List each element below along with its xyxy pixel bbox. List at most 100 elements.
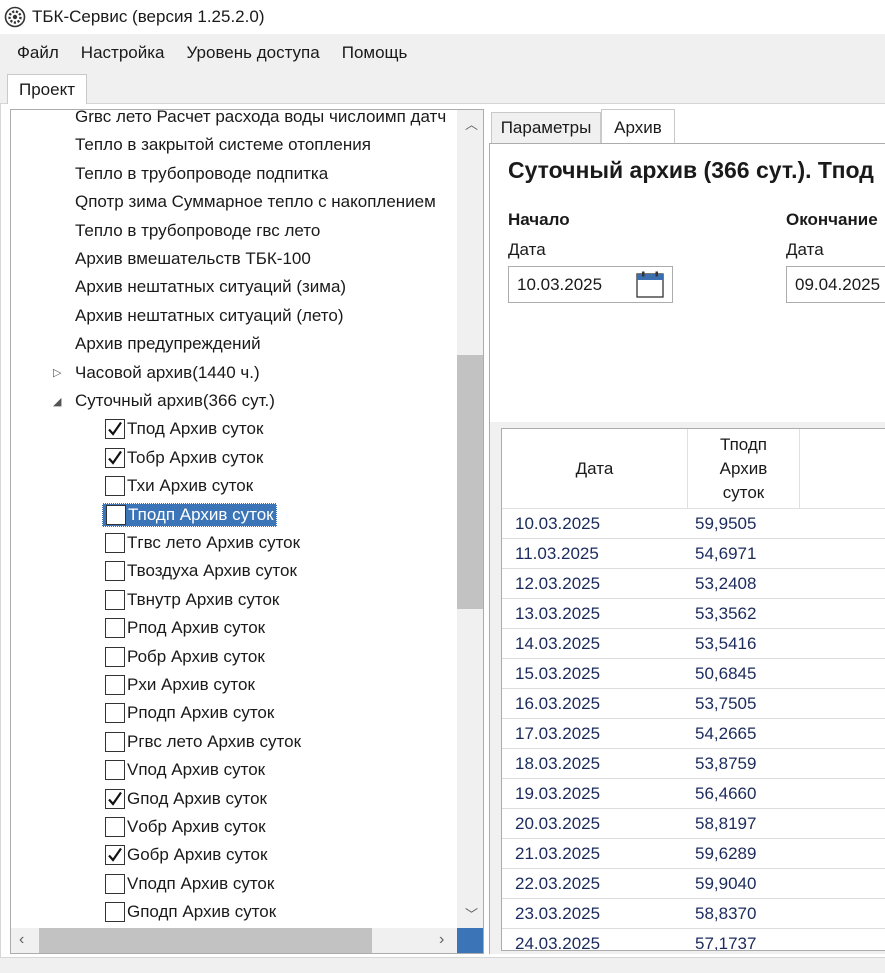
value-cell[interactable]: 58,8197 bbox=[695, 809, 756, 839]
tree-item-content[interactable]: Тхи Архив суток bbox=[105, 476, 253, 497]
checkbox[interactable] bbox=[105, 817, 125, 837]
date-cell[interactable]: 23.03.2025 bbox=[515, 899, 600, 929]
date-cell[interactable]: 18.03.2025 bbox=[515, 749, 600, 779]
value-cell[interactable]: 53,2408 bbox=[695, 569, 756, 599]
menu-settings[interactable]: Настройка bbox=[70, 43, 176, 63]
checkbox[interactable] bbox=[105, 618, 125, 639]
tree-item[interactable]: Архив нештатных ситуаций (лето) bbox=[11, 302, 457, 330]
tree-item-content[interactable]: Рподп Архив суток bbox=[105, 703, 274, 724]
tree-vertical-scroll-thumb[interactable] bbox=[457, 355, 483, 609]
table-row[interactable]: 23.03.2025 58,8370 bbox=[502, 899, 885, 929]
date-cell[interactable]: 16.03.2025 bbox=[515, 689, 600, 719]
table-row[interactable]: 20.03.2025 58,8197 bbox=[502, 809, 885, 839]
checkbox[interactable] bbox=[105, 476, 125, 497]
checkbox[interactable] bbox=[105, 675, 125, 695]
tree-item[interactable]: Тхи Архив суток bbox=[11, 472, 457, 500]
table-row[interactable]: 17.03.2025 54,2665 bbox=[502, 719, 885, 749]
tree-item-content[interactable]: Рхи Архив суток bbox=[105, 675, 255, 695]
scroll-down-icon[interactable]: ﹀ bbox=[465, 904, 478, 923]
value-cell[interactable]: 59,9505 bbox=[695, 509, 756, 539]
tree-item-content[interactable]: Vподп Архив суток bbox=[105, 873, 274, 894]
checkbox[interactable] bbox=[105, 533, 125, 553]
date-cell[interactable]: 14.03.2025 bbox=[515, 629, 600, 659]
value-cell[interactable]: 53,5416 bbox=[695, 629, 756, 659]
table-row[interactable]: 13.03.2025 53,3562 bbox=[502, 599, 885, 629]
table-row[interactable]: 21.03.2025 59,6289 bbox=[502, 839, 885, 869]
menu-file[interactable]: Файл bbox=[6, 43, 70, 63]
table-row[interactable]: 12.03.2025 53,2408 bbox=[502, 569, 885, 599]
tree-item[interactable]: Рпод Архив суток bbox=[11, 614, 457, 642]
selected-tree-item[interactable]: Тподп Архив суток bbox=[102, 502, 277, 527]
date-cell[interactable]: 24.03.2025 bbox=[515, 929, 600, 950]
value-cell[interactable]: 54,2665 bbox=[695, 719, 756, 749]
date-cell[interactable]: 21.03.2025 bbox=[515, 839, 600, 869]
tree-horizontal-scrollbar[interactable]: ‹ › bbox=[11, 928, 457, 953]
checkbox[interactable] bbox=[105, 646, 125, 667]
tree-horizontal-scroll-thumb[interactable] bbox=[39, 928, 372, 953]
expand-arrow-icon[interactable]: ▷ bbox=[53, 366, 61, 379]
table-row[interactable]: 19.03.2025 56,4660 bbox=[502, 779, 885, 809]
tree-item[interactable]: Рхи Архив суток bbox=[11, 671, 457, 699]
tree-item-content[interactable]: Тгвс лето Архив суток bbox=[105, 533, 300, 553]
date-cell[interactable]: 17.03.2025 bbox=[515, 719, 600, 749]
tab-project[interactable]: Проект bbox=[7, 74, 87, 105]
checkbox[interactable] bbox=[105, 902, 125, 923]
tree-item-content[interactable]: Vобр Архив суток bbox=[105, 817, 266, 837]
tree-item[interactable]: Тподп Архив суток bbox=[11, 501, 457, 529]
tree-item[interactable]: Qпотр зима Суммарное тепло с накоплением bbox=[11, 188, 457, 216]
value-cell[interactable]: 59,9040 bbox=[695, 869, 756, 899]
tree-item[interactable]: Grвс лето Расчет расхода воды числоимп д… bbox=[11, 110, 457, 131]
tree-item-content[interactable]: Твоздуха Архив суток bbox=[105, 561, 297, 582]
tab-archive[interactable]: Архив bbox=[601, 109, 675, 145]
date-cell[interactable]: 13.03.2025 bbox=[515, 599, 600, 629]
scroll-right-icon[interactable]: › bbox=[439, 931, 444, 949]
tree-item-content[interactable]: Ргвс лето Архив суток bbox=[105, 731, 301, 752]
tree-item-content[interactable]: Рпод Архив суток bbox=[105, 618, 265, 639]
tree-item[interactable]: Gподп Архив суток bbox=[11, 898, 457, 926]
tree-item[interactable]: Тепло в закрытой системе отопления bbox=[11, 131, 457, 159]
column-header-tpodp[interactable]: Тподп Архив суток bbox=[688, 429, 800, 509]
tree-vertical-scrollbar[interactable]: ︿ ﹀ bbox=[457, 110, 483, 928]
checkbox[interactable] bbox=[105, 788, 125, 809]
value-cell[interactable]: 53,8759 bbox=[695, 749, 756, 779]
tree-item[interactable]: Тепло в трубопроводе подпитка bbox=[11, 160, 457, 188]
tree-item[interactable]: Gобр Архив суток bbox=[11, 841, 457, 869]
date-cell[interactable]: 22.03.2025 bbox=[515, 869, 600, 899]
column-header-date[interactable]: Дата bbox=[502, 429, 688, 509]
date-cell[interactable]: 20.03.2025 bbox=[515, 809, 600, 839]
end-date-field[interactable]: 09.04.2025 bbox=[786, 266, 885, 303]
tree-item-content[interactable]: Тобр Архив суток bbox=[105, 447, 263, 468]
tab-parameters[interactable]: Параметры bbox=[491, 112, 601, 144]
scroll-up-icon[interactable]: ︿ bbox=[465, 114, 478, 133]
tree-item[interactable]: Vпод Архив суток bbox=[11, 756, 457, 784]
tree-item[interactable]: Ргвс лето Архив суток bbox=[11, 728, 457, 756]
calendar-icon[interactable] bbox=[636, 271, 664, 298]
checkbox[interactable] bbox=[105, 589, 125, 610]
tree-item[interactable]: Vобр Архив суток bbox=[11, 813, 457, 841]
value-cell[interactable]: 53,7505 bbox=[695, 689, 756, 719]
tree-item-content[interactable]: Робр Архив суток bbox=[105, 646, 265, 667]
table-row[interactable]: 22.03.2025 59,9040 bbox=[502, 869, 885, 899]
table-row[interactable]: 14.03.2025 53,5416 bbox=[502, 629, 885, 659]
date-cell[interactable]: 15.03.2025 bbox=[515, 659, 600, 689]
checkbox[interactable] bbox=[106, 504, 126, 525]
checkbox[interactable] bbox=[105, 760, 125, 781]
tree-item[interactable]: Тобр Архив суток bbox=[11, 444, 457, 472]
menu-help[interactable]: Помощь bbox=[331, 43, 419, 63]
date-cell[interactable]: 19.03.2025 bbox=[515, 779, 600, 809]
date-cell[interactable]: 10.03.2025 bbox=[515, 509, 600, 539]
tree-item[interactable]: Твнутр Архив суток bbox=[11, 586, 457, 614]
tree-item[interactable]: ◢ Суточный архив(366 сут.) bbox=[11, 387, 457, 415]
tree-item[interactable]: Твоздуха Архив суток bbox=[11, 557, 457, 585]
value-cell[interactable]: 53,3562 bbox=[695, 599, 756, 629]
start-date-field[interactable]: 10.03.2025 bbox=[508, 266, 673, 303]
tree-item[interactable]: ▷ Часовой архив(1440 ч.) bbox=[11, 359, 457, 387]
scroll-left-icon[interactable]: ‹ bbox=[19, 931, 24, 949]
value-cell[interactable]: 50,6845 bbox=[695, 659, 756, 689]
tree-item[interactable]: Архив предупреждений bbox=[11, 330, 457, 358]
value-cell[interactable]: 57,1737 bbox=[695, 929, 756, 950]
tree-item[interactable]: Рподп Архив суток bbox=[11, 699, 457, 727]
tree-item[interactable]: Vподп Архив суток bbox=[11, 870, 457, 898]
tree-item-content[interactable]: Gподп Архив суток bbox=[105, 902, 276, 923]
tree-item[interactable]: Gпод Архив суток bbox=[11, 785, 457, 813]
